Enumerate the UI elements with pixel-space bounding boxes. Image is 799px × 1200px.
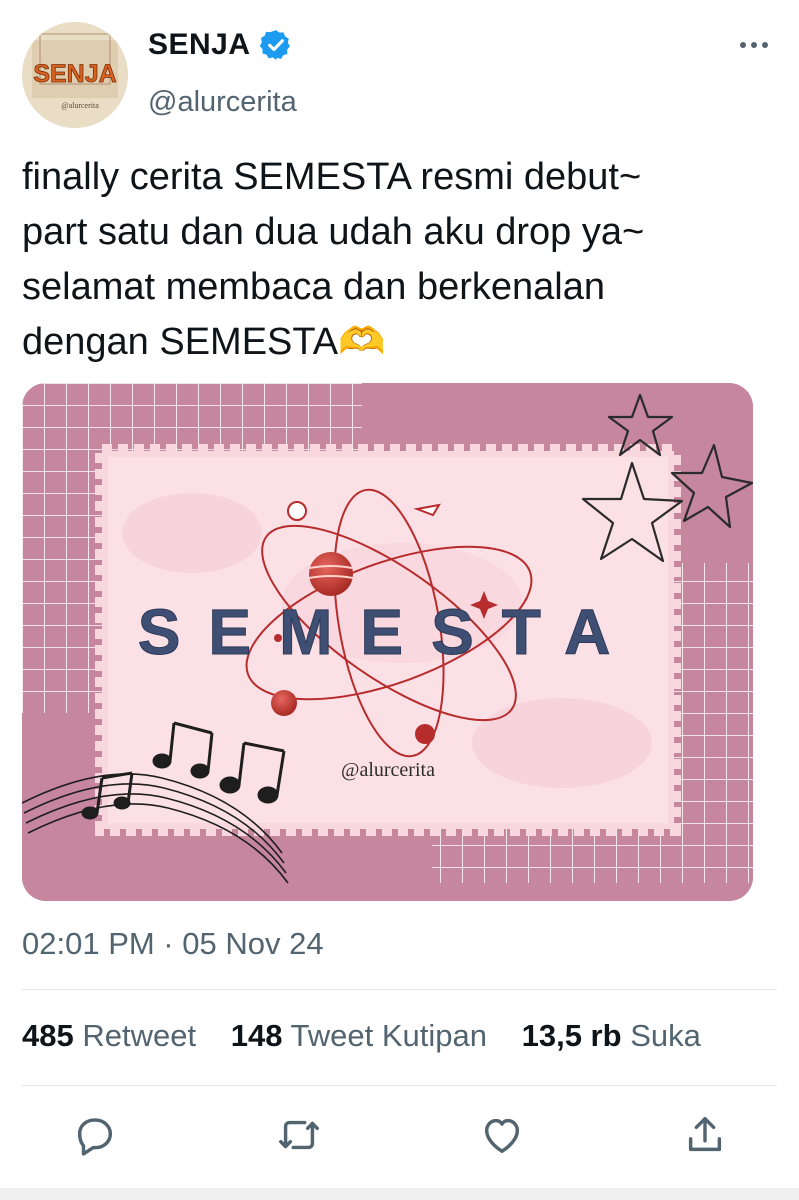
avatar-logo-subtext: @alurcerita [61, 101, 99, 110]
planet-icon [309, 552, 353, 596]
divider [22, 989, 777, 990]
share-button[interactable] [682, 1112, 728, 1158]
tweet-timestamp[interactable]: 02:01 PM · 05 Nov 24 [22, 926, 324, 962]
tweet-text: finally cerita SEMESTA resmi debut~ part… [22, 150, 782, 370]
avatar-logo-text: SENJA [33, 60, 116, 88]
action-bar [0, 1112, 799, 1162]
tweet-text-line: selamat membaca dan berkenalan [22, 266, 606, 308]
quote-stat[interactable]: 148 Tweet Kutipan [231, 1018, 496, 1053]
reply-button[interactable] [72, 1112, 118, 1158]
profile-avatar[interactable]: SENJA @alurcerita [22, 22, 128, 128]
share-icon [688, 1116, 722, 1152]
tweet-text-line: dengan SEMESTA🫶 [22, 321, 386, 363]
display-name[interactable]: SENJA [148, 28, 251, 62]
planet-icon [271, 690, 297, 716]
like-button[interactable] [479, 1112, 525, 1158]
tweet-text-line: finally cerita SEMESTA resmi debut~ [22, 156, 642, 198]
planet-icon [415, 724, 435, 744]
name-row: SENJA [148, 28, 293, 62]
user-handle[interactable]: @alurcerita [148, 86, 297, 119]
quote-label: Tweet Kutipan [290, 1018, 487, 1053]
retweet-stat[interactable]: 485 Retweet [22, 1018, 205, 1053]
quote-count: 148 [230, 1018, 283, 1053]
reply-icon [77, 1118, 113, 1156]
like-stat[interactable]: 13,5 rb Suka [522, 1018, 701, 1053]
verified-badge-icon [259, 30, 290, 60]
retweet-label: Retweet [82, 1018, 197, 1053]
retweet-count: 485 [22, 1018, 74, 1053]
tweet-text-line: part satu dan dua udah aku drop ya~ [22, 211, 645, 253]
like-icon [484, 1118, 520, 1154]
planet-icon [287, 501, 307, 521]
more-icon[interactable] [739, 38, 769, 52]
divider [22, 1085, 777, 1086]
media-title: SEMESTA [138, 596, 639, 668]
tweet-header: SENJA @alurcerita SENJA @alurcerita [0, 0, 799, 140]
media-credit: @alurcerita [341, 759, 435, 781]
like-label: Suka [630, 1018, 701, 1053]
retweet-icon [279, 1120, 319, 1150]
bottom-edge [0, 1188, 799, 1200]
retweet-button[interactable] [276, 1112, 322, 1158]
tweet-media-image[interactable]: SEMESTA @alurcerita [22, 383, 753, 901]
engagement-stats: 485 Retweet 148 Tweet Kutipan 13,5 rb Su… [22, 1018, 727, 1054]
like-count: 13,5 rb [521, 1018, 622, 1053]
